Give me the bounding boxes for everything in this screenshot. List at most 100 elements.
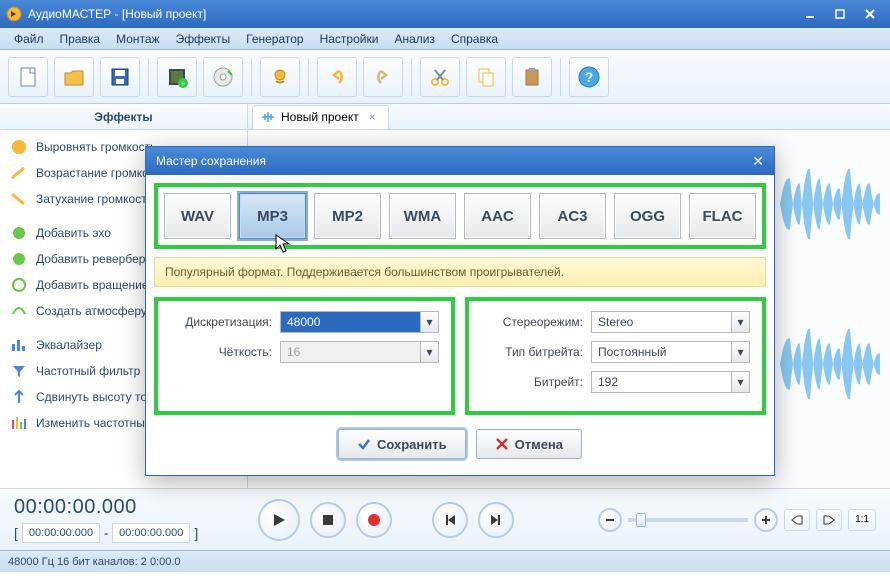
zoom-fit-right[interactable] — [816, 509, 842, 531]
open-button[interactable] — [54, 57, 94, 97]
stereo-label: Стереорежим: — [481, 315, 591, 329]
status-bar: 48000 Гц 16 бит каналов: 2 0:00.0 — [0, 550, 890, 572]
effects-panel-header: Эффекты — [0, 104, 248, 129]
format-flac[interactable]: FLAC — [689, 193, 756, 239]
window-titlebar: АудиоМАСТЕР - [Новый проект] — [0, 0, 890, 28]
fadeout-icon — [10, 190, 28, 208]
zoom-in-button[interactable] — [754, 508, 778, 532]
stereo-combo[interactable]: Stereo ▾ — [591, 311, 750, 333]
bits-combo: 16 ▾ — [280, 341, 439, 363]
chevron-down-icon: ▾ — [420, 342, 438, 362]
sidebar-item-label: Создать атмосферу — [36, 304, 147, 318]
atmosphere-icon — [10, 302, 28, 320]
play-button[interactable] — [258, 499, 300, 541]
transport-bar: 00:00:00.000 [ 00:00:00.000 - 00:00:00.0… — [0, 488, 890, 550]
dialog-save-label: Сохранить — [377, 437, 447, 452]
format-ac3[interactable]: AC3 — [539, 193, 606, 239]
zoom-thumb[interactable] — [636, 513, 646, 527]
chevron-down-icon: ▾ — [731, 342, 749, 362]
menu-help[interactable]: Справка — [443, 30, 506, 48]
menu-file[interactable]: Файл — [6, 30, 52, 48]
sample-rate-value: 48000 — [287, 315, 320, 329]
bits-value: 16 — [287, 345, 300, 359]
wave-icon — [261, 110, 275, 124]
menu-analysis[interactable]: Анализ — [386, 30, 443, 48]
menu-montage[interactable]: Монтаж — [108, 30, 168, 48]
format-ogg[interactable]: OGG — [614, 193, 681, 239]
video-button[interactable]: + — [157, 57, 197, 97]
tab-close-icon[interactable]: × — [365, 110, 380, 124]
menu-generator[interactable]: Генератор — [238, 30, 311, 48]
sidebar-item-label: Затухание громкости — [36, 192, 153, 206]
bitrate-combo[interactable]: 192▾ — [591, 371, 750, 393]
paste-button[interactable] — [512, 57, 552, 97]
record-button[interactable] — [356, 502, 392, 538]
menu-edit[interactable]: Правка — [52, 30, 109, 48]
sample-rate-combo[interactable]: 48000 ▾ — [280, 311, 439, 333]
minimize-button[interactable] — [796, 5, 824, 23]
cd-button[interactable] — [203, 57, 243, 97]
save-button[interactable] — [100, 57, 140, 97]
format-wav[interactable]: WAV — [164, 193, 231, 239]
prev-button[interactable] — [432, 502, 468, 538]
format-aac[interactable]: AAC — [464, 193, 531, 239]
menubar: Файл Правка Монтаж Эффекты Генератор Нас… — [0, 28, 890, 50]
time-to[interactable]: 00:00:00.000 — [112, 523, 190, 543]
dialog-close-button[interactable]: ✕ — [752, 153, 764, 170]
time-from[interactable]: 00:00:00.000 — [22, 523, 100, 543]
cut-button[interactable] — [420, 57, 460, 97]
echo-icon — [10, 224, 28, 242]
help-button[interactable]: ? — [569, 57, 609, 97]
dialog-footer: Сохранить Отмена — [154, 429, 766, 467]
format-description: Популярный формат. Поддерживается больши… — [154, 257, 766, 287]
next-button[interactable] — [478, 502, 514, 538]
new-button[interactable] — [8, 57, 48, 97]
format-mp3[interactable]: MP3 — [239, 193, 306, 239]
volume-icon — [10, 138, 28, 156]
chevron-down-icon: ▾ — [731, 312, 749, 332]
status-text: 48000 Гц 16 бит каналов: 2 0:00.0 — [8, 556, 181, 568]
sidebar-item-label: Добавить эхо — [36, 226, 111, 240]
zoom-slider[interactable] — [628, 518, 748, 522]
bitrate-type-combo[interactable]: Постоянный ▾ — [591, 341, 750, 363]
dialog-cancel-button[interactable]: Отмена — [476, 429, 582, 459]
project-tab-label: Новый проект — [281, 110, 359, 124]
check-icon — [357, 437, 371, 451]
menu-settings[interactable]: Настройки — [312, 30, 387, 48]
copy-button[interactable] — [466, 57, 506, 97]
sidebar-item-label: Частотный фильтр — [36, 364, 140, 378]
zoom-fit-left[interactable] — [784, 509, 810, 531]
undo-button[interactable] — [317, 57, 357, 97]
filter-icon — [10, 362, 28, 380]
tab-bar: Эффекты Новый проект × — [0, 104, 890, 130]
project-tab[interactable]: Новый проект × — [252, 105, 389, 129]
menu-effects[interactable]: Эффекты — [168, 30, 239, 48]
sidebar-item-label: Сдвинуть высоту тона — [36, 390, 160, 404]
bitrate-type-value: Постоянный — [598, 345, 666, 359]
zoom-fit-11[interactable]: 1:1 — [848, 509, 876, 531]
bitrate-value: 192 — [598, 375, 618, 389]
format-mp2[interactable]: MP2 — [314, 193, 381, 239]
rotate-icon — [10, 276, 28, 294]
pitch-icon — [10, 388, 28, 406]
zoom-out-button[interactable] — [598, 508, 622, 532]
save-wizard-dialog: Мастер сохранения ✕ WAV MP3 MP2 WMA AAC … — [145, 146, 775, 476]
format-wma[interactable]: WMA — [389, 193, 456, 239]
close-button[interactable] — [856, 5, 884, 23]
maximize-button[interactable] — [826, 5, 854, 23]
app-icon — [6, 6, 22, 22]
dialog-cancel-label: Отмена — [515, 437, 563, 452]
zoom-controls: 1:1 — [598, 508, 876, 532]
record-button-tb[interactable] — [260, 57, 300, 97]
redo-button[interactable] — [363, 57, 403, 97]
reverb-icon — [10, 250, 28, 268]
stereo-value: Stereo — [598, 315, 633, 329]
bits-label: Чёткость: — [170, 345, 280, 359]
bitrate-type-label: Тип битрейта: — [481, 345, 591, 359]
stop-button[interactable] — [310, 502, 346, 538]
timecode-main: 00:00:00.000 — [14, 496, 198, 519]
dialog-save-button[interactable]: Сохранить — [338, 429, 466, 459]
svg-text:?: ? — [585, 69, 594, 85]
sidebar-item-label: Выровнять громкость — [36, 140, 156, 154]
chevron-down-icon: ▾ — [420, 312, 438, 332]
